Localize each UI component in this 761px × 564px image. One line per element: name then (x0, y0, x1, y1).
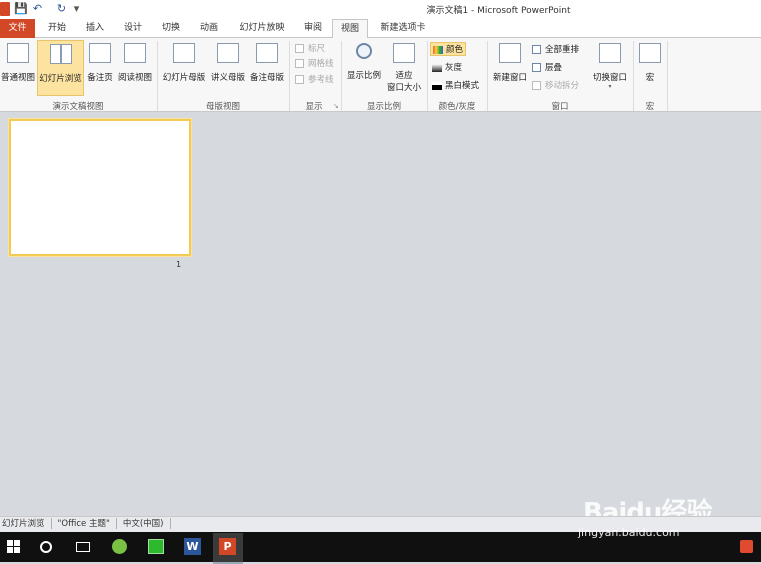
tab-design[interactable]: 设计 (118, 19, 148, 38)
status-view: 幻灯片浏览 (2, 519, 45, 529)
macros-icon (639, 43, 661, 63)
powerpoint-taskbar-button[interactable]: P (213, 533, 243, 564)
tab-view[interactable]: 视图 (332, 19, 368, 38)
app-icon-green[interactable] (148, 539, 164, 554)
status-separator (115, 518, 117, 529)
black-white-swatch-icon (432, 81, 442, 90)
arrange-all-icon (532, 45, 541, 54)
word-icon[interactable]: W (184, 538, 201, 555)
status-language[interactable]: 中文(中国) (123, 519, 164, 529)
slide-sorter-icon (49, 44, 72, 64)
magnifier-icon (356, 43, 372, 59)
reading-view-button[interactable]: 阅读视图 (116, 40, 154, 96)
reading-view-icon (124, 43, 146, 63)
search-icon[interactable] (40, 541, 52, 553)
baidu-watermark-url: jingyan.baidu.com (578, 526, 680, 539)
task-view-icon[interactable] (76, 542, 90, 552)
powerpoint-icon: P (219, 538, 236, 555)
slide-number: 1 (176, 260, 182, 269)
move-split-button[interactable]: 移动拆分 (532, 79, 579, 93)
notes-master-button[interactable]: 备注母版 (248, 40, 286, 96)
slide-master-button[interactable]: 幻灯片母版 (160, 40, 208, 96)
arrange-all-button[interactable]: 全部重排 (532, 43, 579, 57)
slide-sorter-button[interactable]: 幻灯片浏览 (37, 40, 84, 96)
ruler-checkbox[interactable]: 标尺 (295, 42, 325, 56)
checkbox-icon (295, 75, 304, 84)
cascade-icon (532, 63, 541, 72)
handout-master-button[interactable]: 讲义母版 (208, 40, 248, 96)
tab-slideshow[interactable]: 幻灯片放映 (234, 19, 290, 38)
new-window-icon (499, 43, 521, 63)
switch-windows-icon (599, 43, 621, 63)
guides-checkbox[interactable]: 参考线 (295, 73, 334, 87)
window-title: 演示文稿1 - Microsoft PowerPoint (426, 6, 571, 16)
tab-animations[interactable]: 动画 (194, 19, 224, 38)
fit-to-window-icon (393, 43, 415, 63)
zoom-button[interactable]: 显示比例 (344, 40, 384, 96)
fit-to-window-button[interactable]: 适应 窗口大小 (385, 40, 423, 96)
group-label-zoom: 显示比例 (366, 102, 401, 112)
tab-home[interactable]: 开始 (42, 19, 72, 38)
tab-insert[interactable]: 插入 (80, 19, 110, 38)
group-label-macros: 宏 (645, 102, 655, 112)
notes-page-icon (89, 43, 111, 63)
dialog-launcher-icon[interactable]: ↘ (333, 102, 339, 110)
slide-master-icon (173, 43, 195, 63)
tray-app-icon[interactable] (740, 540, 753, 553)
chevron-down-icon: ▾ (608, 83, 612, 90)
notes-page-button[interactable]: 备注页 (85, 40, 115, 96)
new-window-button[interactable]: 新建窗口 (490, 40, 530, 96)
status-separator (50, 518, 52, 529)
macros-button[interactable]: 宏 (637, 40, 663, 96)
tab-new-tab[interactable]: 新建选项卡 (374, 19, 432, 38)
group-label-show: 显示 (305, 102, 323, 112)
checkbox-icon (295, 44, 304, 53)
checkbox-icon (295, 59, 304, 68)
group-label-color: 颜色/灰度 (438, 102, 476, 112)
status-separator (169, 518, 171, 529)
tab-file[interactable]: 文件 (0, 19, 35, 38)
group-separator (667, 41, 668, 111)
move-split-icon (532, 81, 541, 90)
normal-view-icon (7, 43, 29, 63)
notes-master-icon (256, 43, 278, 63)
grayscale-button[interactable]: 灰度 (432, 61, 462, 75)
normal-view-button[interactable]: 普通视图 (0, 40, 36, 96)
black-white-button[interactable]: 黑白模式 (432, 79, 479, 93)
cascade-button[interactable]: 层叠 (532, 61, 562, 75)
browser-icon[interactable] (112, 539, 127, 554)
group-label-presentation-views: 演示文稿视图 (52, 102, 104, 112)
windows-start-icon[interactable] (7, 540, 20, 553)
handout-master-icon (217, 43, 239, 63)
slide-thumbnail[interactable] (9, 119, 191, 256)
group-label-window: 窗口 (551, 102, 569, 112)
tab-transitions[interactable]: 切换 (156, 19, 186, 38)
tab-review[interactable]: 审阅 (298, 19, 328, 38)
grayscale-swatch-icon (432, 63, 442, 72)
gridlines-checkbox[interactable]: 网格线 (295, 57, 334, 71)
group-label-master-views: 母版视图 (205, 102, 240, 112)
status-theme[interactable]: "Office 主题" (58, 519, 110, 529)
switch-windows-button[interactable]: 切换窗口 ▾ (589, 40, 631, 96)
color-swatch-icon (433, 45, 443, 54)
color-button[interactable]: 颜色 (430, 42, 466, 56)
